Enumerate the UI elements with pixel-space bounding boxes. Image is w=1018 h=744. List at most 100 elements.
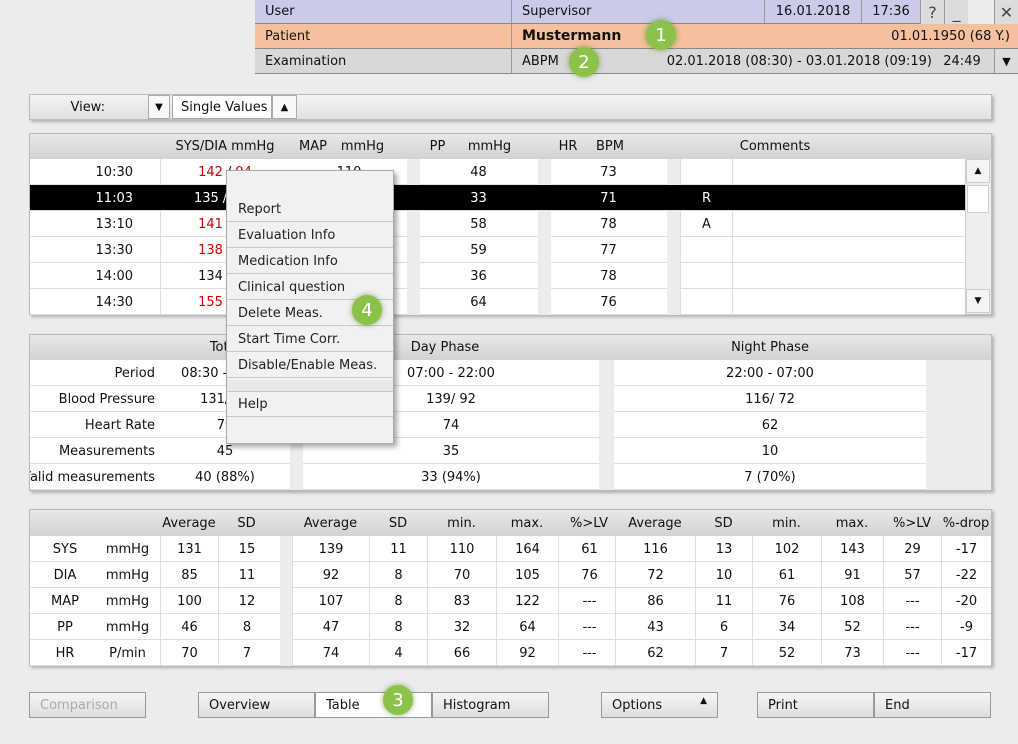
summary-row-label: Period	[114, 365, 155, 381]
row-time: 14:00	[95, 268, 133, 284]
col-comments: Comments	[739, 139, 811, 154]
scroll-up-icon[interactable]: ▲	[966, 159, 990, 183]
table-row[interactable]: 13:30138/79985977	[30, 237, 965, 263]
row-sys: 135	[193, 190, 219, 206]
table-row[interactable]: 11:03135/1021133371R	[30, 185, 965, 211]
summary-row: Valid measurements 40 (88%) 33 (94%) 7 (70%…	[30, 464, 991, 490]
measurements-scrollbar[interactable]: ▲ ▼	[965, 159, 991, 314]
column-divider	[407, 289, 420, 315]
exam-dropdown-icon[interactable]: ▼	[994, 49, 1018, 73]
stats-value: 57	[883, 562, 941, 588]
stats-value: 11	[369, 536, 427, 562]
column-divider	[407, 159, 420, 185]
stats-value: 131	[160, 536, 218, 562]
stats-value: 76	[752, 588, 821, 614]
view-up-arrow-icon[interactable]: ▲	[272, 95, 297, 119]
context-menu-item[interactable]: Help	[227, 393, 393, 417]
context-menu-item[interactable]: Evaluation Info	[227, 224, 393, 248]
column-divider	[290, 464, 303, 490]
print-button[interactable]: Print	[757, 692, 874, 718]
help-icon[interactable]: ?	[920, 0, 944, 24]
end-button[interactable]: End	[874, 692, 991, 718]
table-row[interactable]: 14:30155/911126476	[30, 289, 965, 315]
stats-value: -22	[941, 562, 991, 588]
view-select[interactable]: Single Values	[172, 95, 272, 119]
options-button[interactable]: Options ▲	[601, 692, 718, 718]
stats-unit: mmHg	[105, 619, 150, 635]
stats-value: 70	[427, 562, 496, 588]
stats-value: 108	[821, 588, 883, 614]
table-button[interactable]: Table	[315, 692, 432, 718]
stats-header: Average SD Average SD min. max. %>LV Average SD m…	[30, 510, 991, 536]
stats-value: 43	[615, 614, 695, 640]
column-divider	[926, 360, 991, 386]
stats-value: 66	[427, 640, 496, 666]
summary-row-label: Blood Pressure	[58, 391, 155, 407]
stats-value: ---	[558, 640, 620, 666]
row-flag: A	[702, 216, 711, 232]
row-hr: 76	[600, 294, 617, 310]
close-icon[interactable]: ✕	[994, 0, 1018, 24]
row-pp: 33	[470, 190, 487, 206]
row-hr: 71	[600, 190, 617, 206]
summary-total: 40 (88%)	[195, 469, 255, 485]
stats-value: 7	[695, 640, 752, 666]
summary-row: Measurements 45 35 10	[30, 438, 991, 464]
stats-value: ---	[883, 640, 941, 666]
summary-row-label: Heart Rate	[84, 417, 155, 433]
scroll-thumb[interactable]	[967, 185, 989, 213]
scroll-down-icon[interactable]: ▼	[966, 289, 990, 313]
exam-period: 02.01.2018 (08:30) - 03.01.2018 (09:19)	[666, 53, 932, 69]
table-row[interactable]: 14:00134/981103678	[30, 263, 965, 289]
column-divider	[160, 237, 161, 263]
col-map-unit: mmHg	[340, 139, 385, 154]
context-menu-item[interactable]: Disable/Enable Meas.	[227, 354, 393, 378]
row-flag	[702, 159, 732, 185]
overview-button[interactable]: Overview	[198, 692, 315, 718]
column-divider	[280, 562, 292, 588]
patient-dob: 01.01.1950 (68 Y.)	[891, 28, 1010, 44]
row-flag	[702, 263, 732, 289]
stats-value: 122	[496, 588, 558, 614]
stats-value: -17	[941, 640, 991, 666]
comparison-button[interactable]: Comparison	[29, 692, 146, 718]
context-menu-separator	[227, 380, 393, 392]
row-pp: 58	[470, 216, 487, 232]
stats-value: 15	[218, 536, 275, 562]
stats-param: SYS	[52, 541, 78, 557]
row-flag	[702, 289, 732, 315]
stats-value: 29	[883, 536, 941, 562]
minimize-icon[interactable]: _	[944, 0, 968, 24]
col-pp-unit: mmHg	[467, 139, 512, 154]
table-row[interactable]: 10:30142/941104873	[30, 159, 965, 185]
stats-value: 164	[496, 536, 558, 562]
measurements-header: SYS/DIA mmHg MAP mmHg PP mmHg HR BPM Com…	[30, 134, 991, 159]
stats-row: HR P/min 70 7 74 4 66 92 --- 62 7 52 73 --- -17	[30, 640, 991, 666]
stats-value: 52	[752, 640, 821, 666]
column-divider	[667, 211, 680, 237]
column-divider	[680, 211, 681, 237]
stats-value: 91	[821, 562, 883, 588]
row-sys: 142	[198, 164, 223, 180]
stats-value: ---	[558, 614, 620, 640]
stats-value: 107	[292, 588, 369, 614]
table-row[interactable]: 13:10141/831025878A	[30, 211, 965, 237]
histogram-button[interactable]: Histogram	[432, 692, 549, 718]
stats-value: 6	[695, 614, 752, 640]
options-label: Options	[612, 697, 663, 713]
stats-value: 61	[558, 536, 620, 562]
view-down-arrow-icon[interactable]: ▼	[148, 95, 170, 119]
stats-unit: mmHg	[105, 541, 150, 557]
column-divider	[732, 289, 733, 315]
column-divider	[280, 536, 292, 562]
col-hr: HR	[558, 139, 578, 154]
context-menu-item[interactable]: Medication Info	[227, 250, 393, 274]
row-hr: 78	[600, 268, 617, 284]
stats-header-cell: SD	[237, 515, 256, 531]
context-menu-item[interactable]: Report	[227, 198, 393, 222]
stats-param: PP	[57, 619, 73, 635]
stats-value: 64	[496, 614, 558, 640]
stats-row: PP mmHg 46 8 47 8 32 64 --- 43 6 34 52 --- -9	[30, 614, 991, 640]
context-menu-item[interactable]: Start Time Corr.	[227, 328, 393, 352]
row-sys: 141	[198, 216, 223, 232]
